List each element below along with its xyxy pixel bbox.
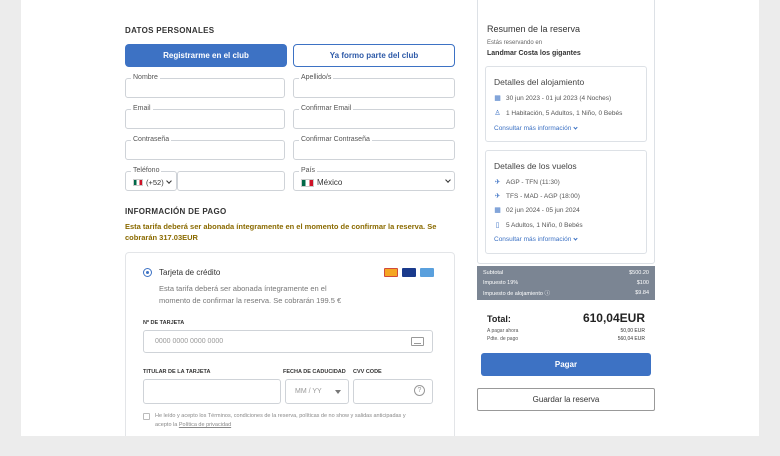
total-value: 610,04EUR: [582, 311, 645, 325]
email-label: Email: [131, 105, 153, 112]
personal-section-title: DATOS PERSONALES: [125, 26, 215, 35]
lodging-dates: 30 jun 2023 - 01 jul 2023 (4 Noches): [506, 95, 612, 102]
name-field[interactable]: [125, 78, 285, 98]
payment-section-title: INFORMACIÓN DE PAGO: [125, 207, 227, 216]
already-member-button[interactable]: Ya formo parte del club: [293, 44, 455, 67]
password-label: Contraseña: [131, 136, 172, 143]
terms-checkbox[interactable]: [143, 413, 150, 420]
surname-field[interactable]: [293, 78, 455, 98]
lodging-title: Detalles del alojamiento: [494, 77, 585, 87]
total-label: Total:: [487, 314, 511, 324]
pending-value: 560,04 EUR: [617, 336, 645, 342]
country-value-text: México: [317, 178, 343, 187]
flight-dates: 02 jun 2024 - 05 jun 2024: [506, 207, 580, 214]
plane-icon: ✈: [494, 179, 501, 186]
card-icon: [411, 337, 424, 346]
flights-more-info-link[interactable]: Consultar más información: [494, 235, 578, 243]
flight-pax: 5 Adultos, 1 Niño, 0 Bebés: [506, 222, 583, 229]
confirm-password-label: Confirmar Contraseña: [299, 136, 372, 143]
card-number-label: Nº DE TARJETA: [143, 320, 185, 326]
phone-label: Teléfono: [131, 167, 162, 174]
tax-label: Impuesto 19%: [483, 280, 519, 286]
payment-warning: Esta tarifa deberá ser abonada íntegrame…: [125, 222, 437, 242]
help-icon[interactable]: ?: [414, 385, 425, 396]
flight-leg2-row: ✈ TFS - MAD - AGP (18:00): [494, 193, 580, 200]
plane-icon: ✈: [494, 193, 501, 200]
credit-card-note: Esta tarifa deberá ser abonada íntegrame…: [159, 284, 342, 305]
lodging-tax-label-wrap: Impuesto de alojamiento ⓘ: [483, 289, 550, 297]
lodging-tax-label: Impuesto de alojamiento: [483, 291, 543, 297]
pay-button[interactable]: Pagar: [481, 353, 651, 376]
tax-value: $100: [636, 280, 649, 286]
credit-card-radio[interactable]: [143, 268, 152, 277]
flight-leg1: AGP - TFN (11:30): [506, 179, 560, 186]
checkout-page: DATOS PERSONALES Registrarme en el club …: [21, 0, 759, 436]
flight-leg1-row: ✈ AGP - TFN (11:30): [494, 179, 560, 186]
credit-card-label: Tarjeta de crédito: [159, 268, 221, 277]
subtotal-label: Subtotal: [483, 270, 504, 276]
password-field[interactable]: [125, 140, 285, 160]
flights-more-info-text: Consultar más información: [494, 236, 572, 243]
chevron-down-icon: [573, 124, 578, 130]
mexico-flag-icon: [133, 179, 143, 186]
calendar-icon: ▦: [494, 95, 501, 102]
pay-now-value: 50,00 EUR: [620, 328, 645, 334]
mexico-flag-icon: [301, 178, 314, 187]
surname-label: Apellido/s: [299, 74, 334, 81]
expiry-placeholder: MM / YY: [295, 388, 322, 395]
caret-down-icon: [335, 390, 341, 394]
chevron-down-icon: [165, 178, 172, 184]
flight-dates-row: ▦ 02 jun 2024 - 05 jun 2024: [494, 207, 580, 214]
summary-title: Resumen de la reserva: [487, 24, 581, 34]
booking-at-label: Estás reservando en: [487, 40, 543, 46]
email-field[interactable]: [125, 109, 285, 129]
lodging-more-info-text: Consultar más información: [494, 125, 572, 132]
amex-icon: [420, 268, 434, 277]
pay-now-label: A pagar ahora: [487, 328, 519, 334]
visa-icon: [402, 268, 416, 277]
subtotal-row: Subtotal $500.20: [477, 268, 655, 278]
hotel-name: Landmar Costa los gigantes: [487, 50, 581, 57]
cvv-label: CVV CODE: [353, 369, 382, 375]
lodging-guests: 1 Habitación, 5 Adultos, 1 Niño, 0 Bebés: [506, 110, 623, 117]
lodging-guests-row: ♙ 1 Habitación, 5 Adultos, 1 Niño, 0 Beb…: [494, 110, 622, 117]
phone-prefix: (+52): [133, 178, 172, 187]
flight-pax-row: ▯ 5 Adultos, 1 Niño, 0 Bebés: [494, 222, 583, 229]
save-booking-button[interactable]: Guardar la reserva: [477, 388, 655, 411]
lodging-more-info-link[interactable]: Consultar más información: [494, 124, 578, 132]
lodging-tax-row: Impuesto de alojamiento ⓘ $9.84: [477, 288, 655, 298]
confirm-password-field[interactable]: [293, 140, 455, 160]
price-breakdown: Subtotal $500.20 Impuesto 19% $100 Impue…: [477, 266, 655, 300]
terms-text: He leído y acepto los Términos, condicio…: [155, 412, 415, 430]
expiry-label: FECHA DE CADUCIDAD: [283, 369, 346, 375]
confirm-email-field[interactable]: [293, 109, 455, 129]
country-value: México: [301, 178, 342, 187]
flights-title: Detalles de los vuelos: [494, 161, 577, 171]
country-label: País: [299, 167, 318, 174]
person-icon: ♙: [494, 110, 501, 117]
lodging-tax-value: $9.84: [635, 290, 649, 296]
flight-leg2: TFS - MAD - AGP (18:00): [506, 193, 580, 200]
mastercard-icon: [384, 268, 398, 277]
card-number-placeholder: 0000 0000 0000 0000: [155, 338, 224, 345]
register-club-button[interactable]: Registrarme en el club: [125, 44, 287, 67]
privacy-policy-link[interactable]: Política de privacidad: [179, 422, 231, 428]
holder-label: TITULAR DE LA TARJETA: [143, 369, 211, 375]
luggage-icon: ▯: [495, 222, 500, 229]
chevron-down-icon: [573, 235, 578, 241]
phone-field[interactable]: [177, 171, 285, 191]
subtotal-value: $500.20: [629, 270, 649, 276]
tax-row: Impuesto 19% $100: [477, 278, 655, 288]
info-icon[interactable]: ⓘ: [544, 291, 550, 297]
lodging-dates-row: ▦ 30 jun 2023 - 01 jul 2023 (4 Noches): [494, 95, 611, 102]
pending-label: Pdte. de pago: [487, 336, 519, 342]
calendar-icon: ▦: [494, 207, 501, 214]
card-holder-input[interactable]: [143, 379, 281, 404]
confirm-email-label: Confirmar Email: [299, 105, 354, 112]
phone-prefix-value: (+52): [146, 178, 164, 187]
name-label: Nombre: [131, 74, 160, 81]
